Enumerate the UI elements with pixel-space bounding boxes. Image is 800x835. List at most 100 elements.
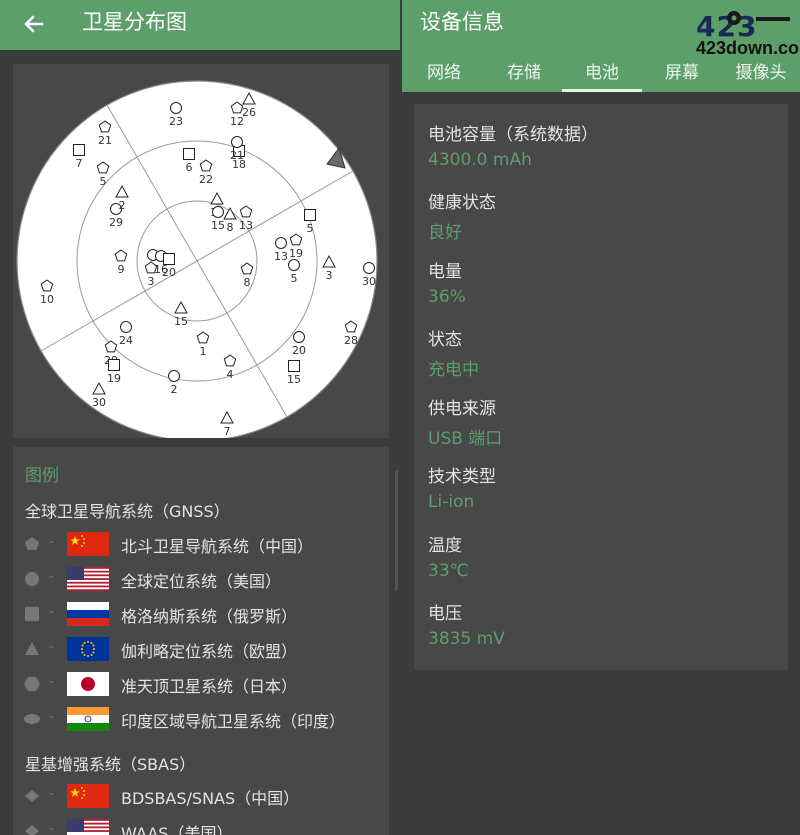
info-label: 电池容量（系统数据） bbox=[428, 125, 598, 145]
square-icon bbox=[288, 360, 300, 372]
info-level: 电量 36% bbox=[428, 257, 778, 317]
circle-icon bbox=[212, 206, 224, 218]
info-value: 33℃ bbox=[428, 561, 469, 581]
legend-item-beidou: - 北斗卫星导航系统（中国） bbox=[23, 529, 383, 559]
legend-item-waas: - WAAS（美国） bbox=[23, 816, 383, 835]
satellite-marker: 19 bbox=[289, 233, 303, 260]
satellite-label: 22 bbox=[199, 173, 213, 186]
satellite-marker: 22 bbox=[199, 159, 213, 186]
flag-eu-icon bbox=[67, 637, 109, 661]
satellite-label: 13 bbox=[239, 219, 253, 232]
skyplot-horizon-ring bbox=[16, 80, 378, 438]
satellite-marker: 20 bbox=[162, 253, 176, 279]
satellite-label: 5 bbox=[100, 175, 107, 188]
legend-label: 印度区域导航卫星系统（印度） bbox=[121, 712, 346, 731]
tab-storage[interactable]: 存储 bbox=[484, 58, 564, 92]
legend-label: WAAS（美国） bbox=[121, 824, 233, 835]
circle-icon bbox=[231, 136, 243, 148]
square-icon bbox=[304, 209, 316, 221]
square-icon bbox=[163, 253, 175, 265]
satellite-marker: 13 bbox=[239, 205, 253, 232]
info-value: 3835 mV bbox=[428, 629, 505, 649]
back-button[interactable] bbox=[16, 6, 52, 42]
satellite-pane: 卫星分布图 2312262175622182129215815135131996… bbox=[0, 0, 400, 835]
satellite-marker: 24 bbox=[119, 321, 133, 347]
info-capacity: 电池容量（系统数据） 4300.0 mAh bbox=[428, 120, 778, 180]
legend-item-bdsbas: - BDSBAS/SNAS（中国） bbox=[23, 781, 383, 811]
legend-dash: - bbox=[49, 569, 55, 585]
satellite-label: 30 bbox=[362, 275, 376, 288]
satellite-label: 3 bbox=[326, 269, 333, 282]
satellite-label: 2 bbox=[171, 383, 178, 396]
info-value: 良好 bbox=[428, 223, 462, 243]
circle-icon bbox=[363, 262, 375, 274]
skyplot: 2312262175622182129215815135131996162038… bbox=[16, 80, 378, 438]
legend-dash: - bbox=[49, 709, 55, 725]
circle-icon bbox=[275, 237, 287, 249]
satellite-label: 23 bbox=[169, 115, 183, 128]
battery-info-card: 电池容量（系统数据） 4300.0 mAh 健康状态 良好 电量 36% 状态 … bbox=[414, 104, 788, 670]
legend-label: BDSBAS/SNAS（中国） bbox=[121, 789, 300, 808]
satellite-label: 8 bbox=[227, 221, 234, 234]
info-label: 状态 bbox=[428, 330, 462, 350]
info-power-source: 供电来源 USB 端口 bbox=[428, 394, 778, 454]
satellite-label: 9 bbox=[118, 263, 125, 276]
legend-item-galileo: - 伽利略定位系统（欧盟） bbox=[23, 634, 383, 664]
legend-card: 图例 全球卫星导航系统（GNSS） - 北斗卫星导航系统（中国） - 全球定位系… bbox=[13, 447, 389, 835]
diamond-icon bbox=[25, 790, 39, 802]
tab-camera[interactable]: 摄像头 bbox=[722, 58, 800, 92]
satellite-label: 6 bbox=[186, 161, 193, 174]
watermark-logo: 423 423down.com bbox=[694, 10, 800, 60]
satellite-label: 15 bbox=[174, 315, 188, 328]
watermark-top-text: 423 bbox=[696, 10, 757, 40]
hexagon-icon bbox=[24, 677, 40, 691]
info-label: 温度 bbox=[428, 536, 462, 556]
satellite-label: 8 bbox=[244, 276, 251, 289]
satellite-label: 1 bbox=[200, 345, 207, 358]
legend-dash: - bbox=[49, 604, 55, 620]
legend-label: 准天顶卫星系统（日本） bbox=[121, 677, 298, 696]
square-icon bbox=[25, 607, 39, 621]
page-title: 卫星分布图 bbox=[82, 10, 187, 34]
legend-scrollbar[interactable] bbox=[395, 470, 398, 590]
flag-russia-icon bbox=[67, 602, 109, 626]
flag-japan-icon bbox=[67, 672, 109, 696]
square-icon bbox=[73, 144, 85, 156]
satellite-label: 15 bbox=[211, 219, 225, 232]
flag-usa-icon bbox=[67, 819, 109, 835]
legend-dash: - bbox=[49, 639, 55, 655]
legend-dash: - bbox=[49, 821, 55, 835]
tab-network[interactable]: 网络 bbox=[404, 58, 484, 92]
left-app-bar: 卫星分布图 bbox=[0, 0, 400, 50]
legend-item-gps: - 全球定位系统（美国） bbox=[23, 564, 383, 594]
tab-battery[interactable]: 电池 bbox=[562, 58, 642, 92]
satellite-label: 30 bbox=[92, 396, 106, 409]
satellite-label: 4 bbox=[227, 368, 234, 381]
info-label: 电量 bbox=[428, 262, 462, 282]
app-root: 卫星分布图 2312262175622182129215815135131996… bbox=[0, 0, 800, 835]
info-label: 健康状态 bbox=[428, 193, 496, 213]
device-info-pane: 设备信息 423 423down.com 网络 存储 电池 屏幕 摄像头 电池容… bbox=[402, 0, 800, 835]
diamond-icon bbox=[25, 825, 39, 835]
satellite-marker: 20 bbox=[292, 331, 306, 357]
skyplot-card: 2312262175622182129215815135131996162038… bbox=[13, 64, 389, 438]
legend-item-glonass: - 格洛纳斯系统（俄罗斯） bbox=[23, 599, 383, 629]
satellite-label: 26 bbox=[242, 106, 256, 119]
info-technology: 技术类型 Li-ion bbox=[428, 462, 778, 522]
satellite-marker: 21 bbox=[98, 120, 112, 147]
info-label: 技术类型 bbox=[428, 467, 496, 487]
satellite-label: 19 bbox=[289, 247, 303, 260]
right-app-bar: 设备信息 423 423down.com 网络 存储 电池 屏幕 摄像头 bbox=[402, 0, 800, 92]
tab-screen[interactable]: 屏幕 bbox=[642, 58, 722, 92]
flag-china-icon bbox=[67, 784, 109, 808]
satellite-label: 29 bbox=[109, 216, 123, 229]
watermark-gear-icon: 423 bbox=[696, 10, 790, 40]
satellite-marker: 15 bbox=[211, 206, 225, 232]
satellite-marker: 15 bbox=[287, 360, 301, 386]
satellite-label: 28 bbox=[344, 334, 358, 347]
device-info-title: 设备信息 bbox=[420, 10, 504, 34]
circle-icon bbox=[293, 331, 305, 343]
triangle-icon bbox=[25, 642, 39, 655]
legend-dash: - bbox=[49, 534, 55, 550]
satellite-marker: 13 bbox=[274, 237, 288, 263]
